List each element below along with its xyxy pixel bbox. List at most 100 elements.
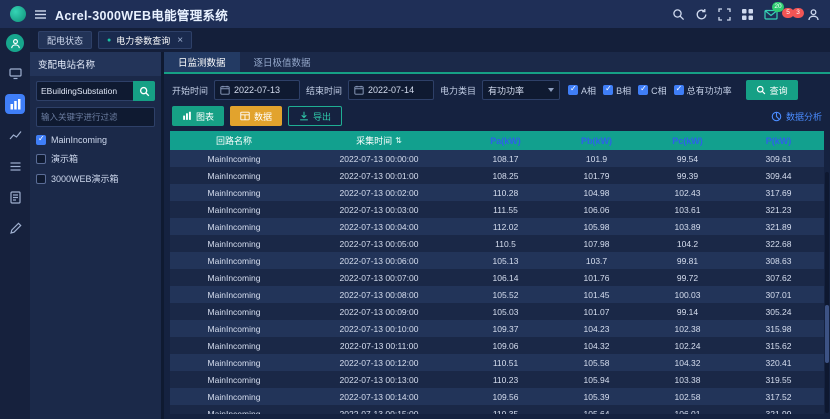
start-date-value: 2022-07-13 bbox=[234, 85, 280, 95]
power-category-select[interactable]: 有功功率 bbox=[482, 80, 560, 100]
alarm-count-badge: 3 bbox=[792, 8, 804, 18]
phase-c-checkbox[interactable]: C相 bbox=[638, 84, 667, 97]
table-cell: 309.61 bbox=[733, 154, 824, 164]
download-icon bbox=[299, 111, 309, 121]
sidebar-item-edit[interactable] bbox=[5, 218, 25, 238]
table-cell: 106.06 bbox=[551, 205, 642, 215]
table-body: MainIncoming2022-07-13 00:00:00108.17101… bbox=[170, 150, 824, 414]
export-button[interactable]: 导出 bbox=[288, 106, 342, 126]
table-row[interactable]: MainIncoming2022-07-13 00:02:00110.28104… bbox=[170, 184, 824, 201]
query-button[interactable]: 查询 bbox=[746, 80, 798, 100]
table-cell: 105.39 bbox=[551, 392, 642, 402]
icon-rail bbox=[0, 28, 30, 419]
table-cell: MainIncoming bbox=[170, 290, 298, 300]
end-date-input[interactable]: 2022-07-14 bbox=[348, 80, 434, 100]
table-row[interactable]: MainIncoming2022-07-13 00:03:00111.55106… bbox=[170, 201, 824, 218]
table-cell: 2022-07-13 00:07:00 bbox=[298, 273, 460, 283]
table-row[interactable]: MainIncoming2022-07-13 00:00:00108.17101… bbox=[170, 150, 824, 167]
tab-daily-monitor-data[interactable]: 日监测数据 bbox=[164, 52, 240, 72]
table-cell: 99.54 bbox=[642, 154, 733, 164]
table-cell: 104.32 bbox=[642, 358, 733, 368]
tab-distribution-status[interactable]: 配电状态 bbox=[38, 31, 92, 49]
table-cell: 2022-07-13 00:13:00 bbox=[298, 375, 460, 385]
table-icon bbox=[240, 111, 250, 121]
station-search-button[interactable] bbox=[133, 81, 155, 101]
calendar-icon bbox=[220, 85, 230, 95]
table-cell: 99.81 bbox=[642, 256, 733, 266]
checkbox-icon[interactable] bbox=[36, 154, 46, 164]
table-row[interactable]: MainIncoming2022-07-13 00:06:00105.13103… bbox=[170, 252, 824, 269]
message-icon[interactable]: 20 bbox=[764, 8, 777, 21]
table-cell: 99.72 bbox=[642, 273, 733, 283]
table-row[interactable]: MainIncoming2022-07-13 00:08:00105.52101… bbox=[170, 286, 824, 303]
table-row[interactable]: MainIncoming2022-07-13 00:04:00112.02105… bbox=[170, 218, 824, 235]
sidebar-item-trend[interactable] bbox=[5, 125, 25, 145]
chart-button-label: 图表 bbox=[196, 110, 214, 123]
table-row[interactable]: MainIncoming2022-07-13 00:05:00110.5107.… bbox=[170, 235, 824, 252]
table-cell: MainIncoming bbox=[170, 205, 298, 215]
start-date-input[interactable]: 2022-07-13 bbox=[214, 80, 300, 100]
table-cell: 2022-07-13 00:11:00 bbox=[298, 341, 460, 351]
scrollbar-track[interactable] bbox=[825, 172, 829, 413]
checkbox-icon[interactable] bbox=[603, 85, 613, 95]
tree-item-main-incoming[interactable]: MainIncoming bbox=[36, 135, 155, 145]
checkbox-icon[interactable] bbox=[674, 85, 684, 95]
tree-item-3000web-demo-box[interactable]: 3000WEB演示箱 bbox=[36, 172, 155, 185]
table-row[interactable]: MainIncoming2022-07-13 00:13:00110.23105… bbox=[170, 371, 824, 388]
refresh-icon[interactable] bbox=[695, 8, 708, 21]
checkbox-icon[interactable] bbox=[638, 85, 648, 95]
checkbox-icon[interactable] bbox=[36, 135, 46, 145]
table-cell: 305.24 bbox=[733, 307, 824, 317]
checkbox-icon[interactable] bbox=[568, 85, 578, 95]
phase-b-checkbox[interactable]: B相 bbox=[603, 84, 631, 97]
table-row[interactable]: MainIncoming2022-07-13 00:10:00109.37104… bbox=[170, 320, 824, 337]
table-cell: 315.98 bbox=[733, 324, 824, 334]
tab-power-parameter-query[interactable]: ● 电力参数查询 × bbox=[98, 31, 192, 49]
app-title: Acrel-3000WEB电能管理系统 bbox=[55, 5, 228, 24]
app-logo-icon bbox=[10, 6, 26, 22]
tree-filter-input[interactable] bbox=[36, 107, 155, 127]
table-cell: MainIncoming bbox=[170, 171, 298, 181]
close-icon[interactable]: × bbox=[177, 35, 183, 46]
fullscreen-icon[interactable] bbox=[718, 8, 731, 21]
tab-label: 配电状态 bbox=[47, 34, 83, 47]
data-analysis-link[interactable]: 数据分析 bbox=[771, 110, 822, 123]
table-row[interactable]: MainIncoming2022-07-13 00:11:00109.06104… bbox=[170, 337, 824, 354]
table-cell: 110.35 bbox=[460, 409, 551, 415]
table-cell: 322.68 bbox=[733, 239, 824, 249]
table-cell: 309.44 bbox=[733, 171, 824, 181]
table-row[interactable]: MainIncoming2022-07-13 00:14:00109.56105… bbox=[170, 388, 824, 405]
sidebar-item-monitor[interactable] bbox=[5, 63, 25, 83]
tab-daily-extreme-data[interactable]: 逐日极值数据 bbox=[240, 52, 325, 72]
search-icon[interactable] bbox=[672, 8, 685, 21]
table-cell: 103.38 bbox=[642, 375, 733, 385]
table-row[interactable]: MainIncoming2022-07-13 00:12:00110.51105… bbox=[170, 354, 824, 371]
chart-view-button[interactable]: 图表 bbox=[172, 106, 224, 126]
table-cell: MainIncoming bbox=[170, 222, 298, 232]
phase-a-checkbox[interactable]: A相 bbox=[568, 84, 596, 97]
sidebar-item-document[interactable] bbox=[5, 187, 25, 207]
scrollbar-thumb[interactable] bbox=[825, 305, 829, 363]
sidebar-item-list[interactable] bbox=[5, 156, 25, 176]
export-button-label: 导出 bbox=[313, 110, 331, 123]
apps-grid-icon[interactable] bbox=[741, 8, 754, 21]
avatar[interactable] bbox=[6, 34, 24, 52]
station-search-input[interactable] bbox=[36, 81, 133, 101]
tree-item-demo-box[interactable]: 演示箱 bbox=[36, 152, 155, 165]
table-row[interactable]: MainIncoming2022-07-13 00:15:00110.35105… bbox=[170, 405, 824, 414]
checkbox-icon[interactable] bbox=[36, 174, 46, 184]
table-row[interactable]: MainIncoming2022-07-13 00:09:00105.03101… bbox=[170, 303, 824, 320]
column-header-time[interactable]: 采集时间 ⇅ bbox=[298, 134, 460, 147]
table-row[interactable]: MainIncoming2022-07-13 00:07:00106.14101… bbox=[170, 269, 824, 286]
hamburger-menu-icon[interactable] bbox=[34, 8, 47, 21]
sidebar-item-reports[interactable] bbox=[5, 94, 25, 114]
table-cell: 317.69 bbox=[733, 188, 824, 198]
table-cell: 110.23 bbox=[460, 375, 551, 385]
total-active-power-checkbox[interactable]: 总有功功率 bbox=[674, 84, 732, 97]
data-view-button[interactable]: 数据 bbox=[230, 106, 282, 126]
user-icon[interactable] bbox=[807, 8, 820, 21]
table-cell: 104.98 bbox=[551, 188, 642, 198]
sort-icon[interactable]: ⇅ bbox=[395, 136, 402, 145]
table-row[interactable]: MainIncoming2022-07-13 00:01:00108.25101… bbox=[170, 167, 824, 184]
table-cell: 105.64 bbox=[551, 409, 642, 415]
